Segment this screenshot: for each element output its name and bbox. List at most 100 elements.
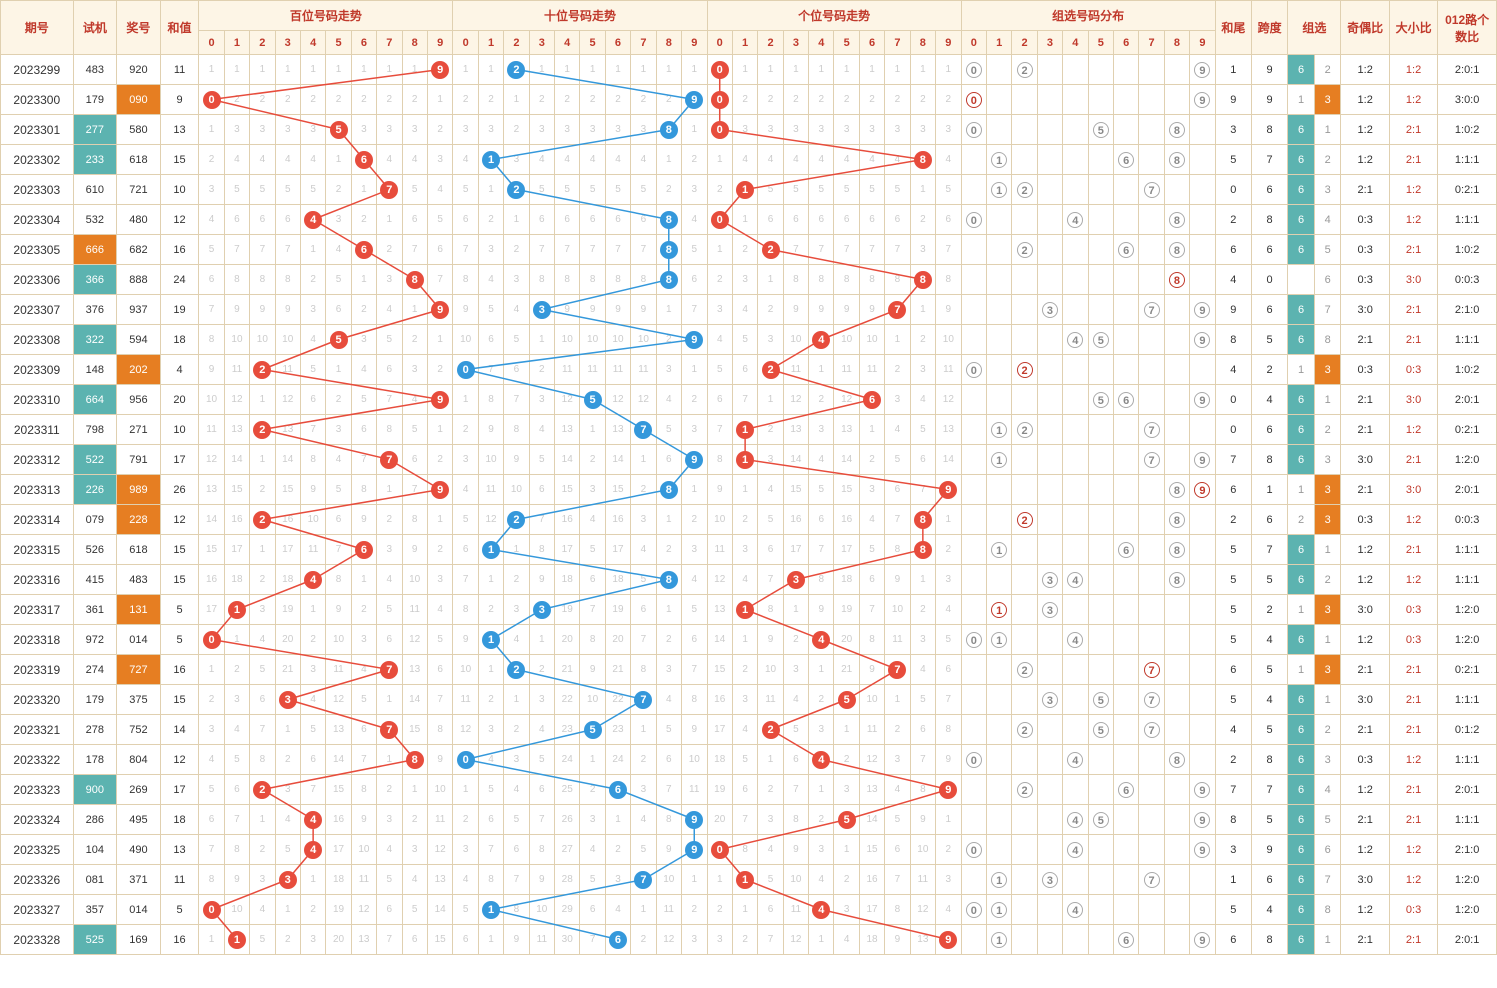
miss-cell: 2	[453, 805, 478, 835]
hdr-period[interactable]: 期号	[1, 1, 74, 55]
miss-cell: 6	[377, 625, 402, 655]
miss-cell: 3	[631, 505, 656, 535]
cell-award: 169	[117, 925, 161, 955]
miss-cell: 3	[224, 115, 249, 145]
miss-cell: 2	[275, 745, 300, 775]
cell-period: 2023299	[1, 55, 74, 85]
cell-oe: 1:2	[1341, 895, 1389, 925]
miss-cell: 9	[681, 715, 707, 745]
miss-cell: 11	[478, 475, 503, 505]
dist-cell: 4	[1063, 805, 1088, 835]
miss-cell: 1	[402, 775, 427, 805]
miss-cell: 3	[504, 265, 529, 295]
dist-cell	[1063, 265, 1088, 295]
cell-zu-3: 1	[1314, 685, 1341, 715]
miss-cell: 2	[605, 835, 630, 865]
cell-span: 8	[1251, 445, 1287, 475]
dist-cell	[1037, 355, 1062, 385]
cell-span: 5	[1251, 325, 1287, 355]
miss-cell: 12	[910, 895, 935, 925]
h-ball: 8	[406, 271, 424, 289]
dist-cell	[1063, 715, 1088, 745]
dist-ball: 6	[1118, 152, 1134, 168]
miss-cell: 4	[529, 145, 554, 175]
miss-cell: 7	[453, 235, 478, 265]
table-row: 2023328525169161152320137615619113076212…	[1, 925, 1497, 955]
miss-cell: 7	[885, 235, 910, 265]
trend-ball: 2	[504, 175, 529, 205]
dist-cell	[1012, 85, 1037, 115]
miss-cell: 16	[707, 685, 732, 715]
t-ball: 3	[533, 601, 551, 619]
cell-sum: 5	[160, 895, 199, 925]
miss-cell: 1	[402, 295, 427, 325]
miss-cell: 10	[707, 505, 732, 535]
miss-cell: 12	[326, 685, 351, 715]
h-ball: 3	[279, 871, 297, 889]
dist-cell	[1164, 835, 1189, 865]
dist-cell	[1139, 595, 1164, 625]
miss-cell: 19	[707, 775, 732, 805]
miss-cell: 1	[478, 175, 503, 205]
dist-cell	[1164, 895, 1189, 925]
miss-cell: 3	[834, 775, 859, 805]
dist-cell	[1088, 745, 1113, 775]
h-ball: 2	[253, 361, 271, 379]
t-ball: 8	[660, 271, 678, 289]
trend-ball: 9	[427, 295, 453, 325]
miss-cell: 3	[809, 835, 834, 865]
miss-cell: 1	[250, 535, 275, 565]
trend-ball: 8	[656, 205, 681, 235]
miss-cell: 10	[250, 325, 275, 355]
miss-cell: 2	[504, 235, 529, 265]
miss-cell: 5	[199, 235, 224, 265]
dist-cell	[1063, 775, 1088, 805]
cell-award: 956	[117, 385, 161, 415]
dist-cell: 5	[1088, 325, 1113, 355]
cell-bs: 2:1	[1389, 715, 1437, 745]
dist-cell	[1113, 85, 1138, 115]
miss-cell: 3	[783, 655, 808, 685]
dist-ball: 6	[1118, 392, 1134, 408]
miss-cell: 14	[605, 445, 630, 475]
miss-cell: 5	[631, 565, 656, 595]
dist-cell	[987, 715, 1012, 745]
miss-cell: 3	[910, 235, 935, 265]
trend-ball: 8	[910, 145, 935, 175]
miss-cell: 8	[631, 265, 656, 295]
cell-sum: 16	[160, 925, 199, 955]
dist-ball: 0	[966, 752, 982, 768]
dist-cell	[1037, 415, 1062, 445]
dist-cell	[961, 325, 986, 355]
cell-tail: 8	[1215, 805, 1251, 835]
miss-cell: 7	[605, 235, 630, 265]
trend-ball: 1	[224, 925, 249, 955]
miss-cell: 7	[732, 385, 757, 415]
cell-award: 989	[117, 475, 161, 505]
cell-zu-3: 5	[1314, 805, 1341, 835]
dist-ball: 4	[1067, 902, 1083, 918]
hdr-digit-8: 8	[1164, 31, 1189, 55]
miss-cell: 9	[300, 475, 325, 505]
t-ball: 9	[685, 331, 703, 349]
cell-award: 131	[117, 595, 161, 625]
cell-span: 8	[1251, 925, 1287, 955]
dist-cell: 9	[1190, 475, 1216, 505]
miss-cell: 10	[605, 325, 630, 355]
miss-cell: 4	[529, 715, 554, 745]
dist-cell	[1113, 445, 1138, 475]
dist-cell	[1190, 535, 1216, 565]
dist-cell	[1088, 625, 1113, 655]
miss-cell: 3	[224, 685, 249, 715]
cell-span: 7	[1251, 145, 1287, 175]
miss-cell: 2	[656, 325, 681, 355]
cell-zu-6: 6	[1288, 385, 1315, 415]
miss-cell: 3	[910, 115, 935, 145]
cell-bs: 2:1	[1389, 655, 1437, 685]
miss-cell: 9	[656, 835, 681, 865]
miss-cell: 8	[300, 445, 325, 475]
miss-cell: 3	[478, 715, 503, 745]
cell-award: 727	[117, 655, 161, 685]
miss-cell: 12	[478, 505, 503, 535]
dist-cell: 9	[1190, 85, 1216, 115]
